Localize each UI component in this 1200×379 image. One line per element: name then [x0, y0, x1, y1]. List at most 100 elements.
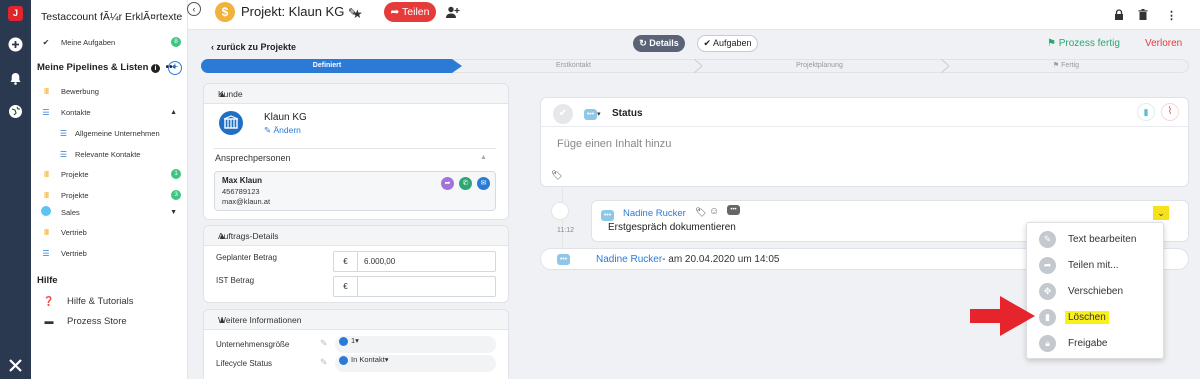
edit-customer-link[interactable]: ✎ Ändern: [264, 125, 301, 136]
dollar-icon: $: [215, 2, 235, 22]
star-icon[interactable]: ★: [352, 7, 363, 21]
tag-icon[interactable]: 🏷: [695, 207, 706, 218]
contacts-title: Ansprechpersonen: [215, 153, 291, 163]
sidebar-item-vertrieb-pipeline[interactable]: ǁǀ Vertrieb: [31, 223, 187, 241]
info-icon[interactable]: i: [151, 64, 161, 73]
sidebar-item-label: Meine Aufgaben: [61, 37, 116, 47]
lock-icon[interactable]: [1114, 9, 1124, 23]
menu-item-edit-text[interactable]: ✎ Text bearbeiten: [1027, 226, 1165, 252]
sidebar-item-label: Prozess Store: [67, 315, 127, 327]
lifecycle-select[interactable]: In Kontakt▾: [335, 355, 496, 372]
chevron-up-icon[interactable]: ▲: [218, 315, 494, 325]
company-size-select[interactable]: 1▾: [335, 336, 496, 353]
comment-icon[interactable]: •••: [727, 205, 740, 215]
edit-icon: ✎: [264, 125, 272, 135]
smiley-icon[interactable]: ☺: [709, 206, 719, 217]
chevron-down-icon[interactable]: ▼: [170, 209, 177, 216]
sidebar-item-process-store[interactable]: ▬ Prozess Store: [31, 312, 187, 330]
process-done-button[interactable]: ⚑ Prozess fertig: [1047, 38, 1120, 49]
sidebar-item-label: Allgemeine Unternehmen: [75, 128, 160, 138]
chevron-up-icon[interactable]: ▲: [480, 154, 487, 161]
chat-icon: •••: [557, 254, 570, 265]
phone-icon[interactable]: ✆: [459, 177, 472, 190]
chevron-down-icon[interactable]: ⌄: [1153, 206, 1169, 220]
lost-button[interactable]: Verloren: [1145, 38, 1182, 49]
customer-name[interactable]: Klaun KG: [264, 112, 307, 123]
mail-icon[interactable]: ✉: [477, 177, 490, 190]
planned-amount-label: Geplanter Betrag: [216, 253, 277, 262]
entry-context-menu: ✎ Text bearbeiten ➦ Teilen mit... ✥ Verschi…: [1026, 222, 1164, 359]
back-link[interactable]: ‹ zurück zu Projekte: [211, 42, 296, 52]
app-rail: J: [0, 0, 31, 379]
add-user-icon[interactable]: [446, 6, 460, 21]
flag-icon: ⚑: [1052, 62, 1060, 69]
step-fertig[interactable]: ⚑ Fertig: [943, 59, 1189, 73]
note-type-select[interactable]: ••• ▾: [584, 107, 601, 120]
trash-icon[interactable]: [1138, 9, 1148, 23]
chevron-up-icon[interactable]: ▲: [218, 231, 494, 241]
note-input[interactable]: Füge einen Inhalt hinzu: [557, 138, 671, 150]
pencil-icon[interactable]: ✎: [320, 357, 328, 368]
menu-item-share[interactable]: ➦ Teilen mit...: [1027, 252, 1165, 278]
step-definiert[interactable]: Definiert: [201, 59, 453, 73]
app-logo[interactable]: J: [8, 6, 23, 21]
sidebar-item-projekte-1[interactable]: ǁǀ Projekte 1: [31, 165, 187, 183]
pipeline-icon: ǁǀ: [43, 190, 49, 200]
bell-icon[interactable]: [8, 71, 23, 86]
sidebar-item-kontakte[interactable]: ☰ Kontakte ▲: [31, 103, 187, 121]
tools-icon[interactable]: [8, 358, 23, 373]
sidebar-item-sales[interactable]: Sales ▼: [31, 203, 187, 221]
check-circle-icon[interactable]: ✔: [553, 104, 573, 124]
tab-details[interactable]: ↻ Details: [633, 35, 685, 52]
sidebar-item-projekte-2[interactable]: ǁǀ Projekte 3: [31, 186, 187, 204]
sidebar-item-allgemeine-unternehmen[interactable]: ☰ Allgemeine Unternehmen: [31, 124, 187, 142]
step-erstkontakt[interactable]: Erstkontakt: [451, 59, 696, 73]
count-badge: 3: [171, 190, 181, 200]
actual-amount-input[interactable]: €: [333, 276, 496, 297]
chevron-up-icon[interactable]: ▲: [218, 89, 494, 99]
pencil-icon[interactable]: ✎: [320, 338, 328, 349]
tag-icon[interactable]: 🏷: [551, 170, 562, 181]
timeline-marker: [551, 202, 569, 220]
sidebar-item-label: Vertrieb: [61, 227, 87, 237]
sidebar-item-bewerbung[interactable]: ǁǀ Bewerbung: [31, 82, 187, 100]
attach-icon[interactable]: ⌇: [1161, 103, 1179, 121]
contact-card[interactable]: Max Klaun 456789123 max@klaun.at ➦ ✆ ✉: [214, 171, 496, 211]
list-icon: ☰: [59, 149, 67, 159]
account-name[interactable]: Testaccount fÃ¼r ErklÃ¤rtexte: [41, 11, 182, 23]
sidebar-item-help-tutorials[interactable]: ❓ Hilfe & Tutorials: [31, 292, 187, 310]
help-section-title: Hilfe: [37, 275, 58, 286]
list-icon: ☰: [42, 248, 50, 258]
kebab-menu-icon[interactable]: ⋮: [1166, 9, 1177, 22]
sidebar-item-vertrieb-list[interactable]: ☰ Vertrieb: [31, 244, 187, 262]
pencil-icon: ✎: [1039, 231, 1056, 248]
plus-icon[interactable]: [8, 37, 23, 52]
chevron-up-icon[interactable]: ▲: [170, 109, 177, 116]
store-icon: ▬: [44, 316, 54, 326]
add-pipeline-button[interactable]: +: [168, 61, 182, 75]
entry-author[interactable]: Nadine Rucker: [623, 208, 686, 219]
log-author[interactable]: Nadine Rucker: [596, 254, 662, 265]
trash-icon[interactable]: ▮: [1137, 103, 1155, 121]
share-button[interactable]: ➦ Teilen: [384, 2, 436, 22]
sidebar-item-label: Bewerbung: [61, 86, 99, 96]
annotation-arrow-head: [1000, 296, 1035, 336]
sidebar-item-label: Projekte: [61, 190, 89, 200]
share-contact-icon[interactable]: ➦: [441, 177, 454, 190]
menu-item-move[interactable]: ✥ Verschieben: [1027, 278, 1165, 304]
collapse-sidebar-button[interactable]: ‹: [187, 2, 201, 16]
planned-amount-input[interactable]: €6.000,00: [333, 251, 496, 272]
pipeline-stepper: Definiert Erstkontakt Projektplanung ⚑ F…: [201, 59, 1189, 73]
sidebar-item-label: Vertrieb: [61, 248, 87, 258]
menu-item-release[interactable]: 🔒︎ Freigabe: [1027, 330, 1165, 356]
step-projektplanung[interactable]: Projektplanung: [696, 59, 943, 73]
sidebar-item-relevante-kontakte[interactable]: ☰ Relevante Kontakte: [31, 145, 187, 163]
check-circle-icon: ✔: [703, 38, 711, 48]
sidebar-item-label: Projekte: [61, 169, 89, 179]
note-editor: ✔ ••• ▾ Status ▮ ⌇ Füge einen Inhalt hinz…: [540, 97, 1190, 187]
globe-icon[interactable]: [8, 104, 23, 119]
menu-item-delete[interactable]: ▮ Löschen: [1027, 304, 1165, 330]
tab-aufgaben[interactable]: ✔ Aufgaben: [697, 35, 758, 52]
count-badge: 1: [171, 169, 181, 179]
sidebar-item-my-tasks[interactable]: ✔ Meine Aufgaben 8: [31, 33, 187, 51]
